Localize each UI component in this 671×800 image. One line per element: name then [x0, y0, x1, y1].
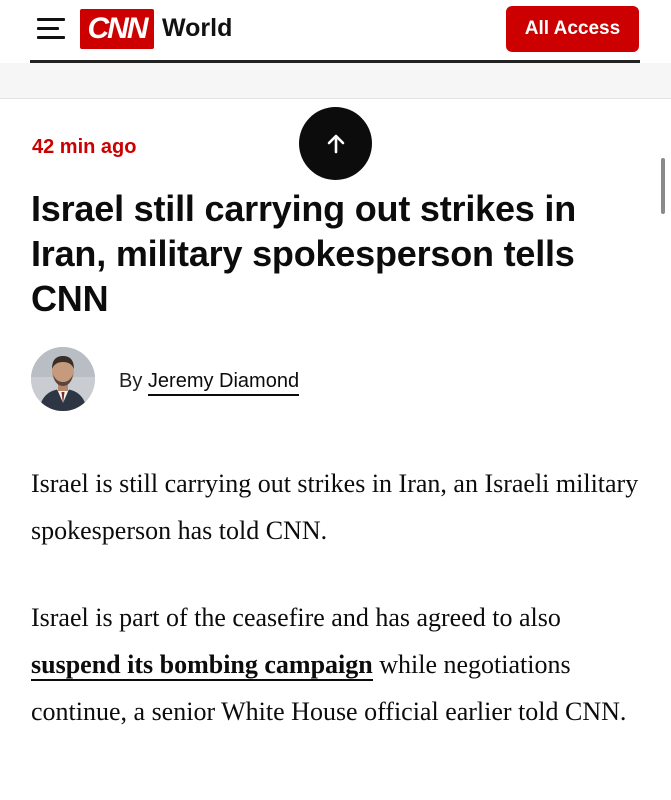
paragraph-text: Israel is part of the ceasefire and has … [31, 603, 561, 632]
author-link[interactable]: Jeremy Diamond [147, 370, 300, 396]
article-paragraph: Israel is part of the ceasefire and has … [31, 594, 641, 735]
hamburger-menu-icon[interactable] [37, 17, 65, 41]
scrollbar-thumb[interactable] [661, 158, 665, 214]
author-avatar[interactable] [31, 347, 95, 411]
article-paragraph: Israel is still carrying out strikes in … [31, 469, 639, 545]
scroll-to-top-button[interactable] [299, 107, 372, 180]
article-timestamp: 42 min ago [32, 136, 137, 158]
article-headline: Israel still carrying out strikes in Ira… [31, 188, 577, 319]
byline-prefix: By [119, 370, 143, 392]
arrow-up-icon [327, 134, 344, 153]
inline-link-suspend-bombing[interactable]: suspend its bombing campaign [31, 650, 373, 681]
byline: By Jeremy Diamond [119, 370, 300, 396]
section-label[interactable]: World [162, 14, 232, 43]
all-access-button[interactable]: All Access [506, 6, 639, 52]
header-subbar [0, 63, 671, 99]
author-photo-icon [31, 347, 95, 411]
site-header: CNN World All Access [0, 0, 671, 63]
cnn-logo[interactable]: CNN [80, 9, 154, 49]
